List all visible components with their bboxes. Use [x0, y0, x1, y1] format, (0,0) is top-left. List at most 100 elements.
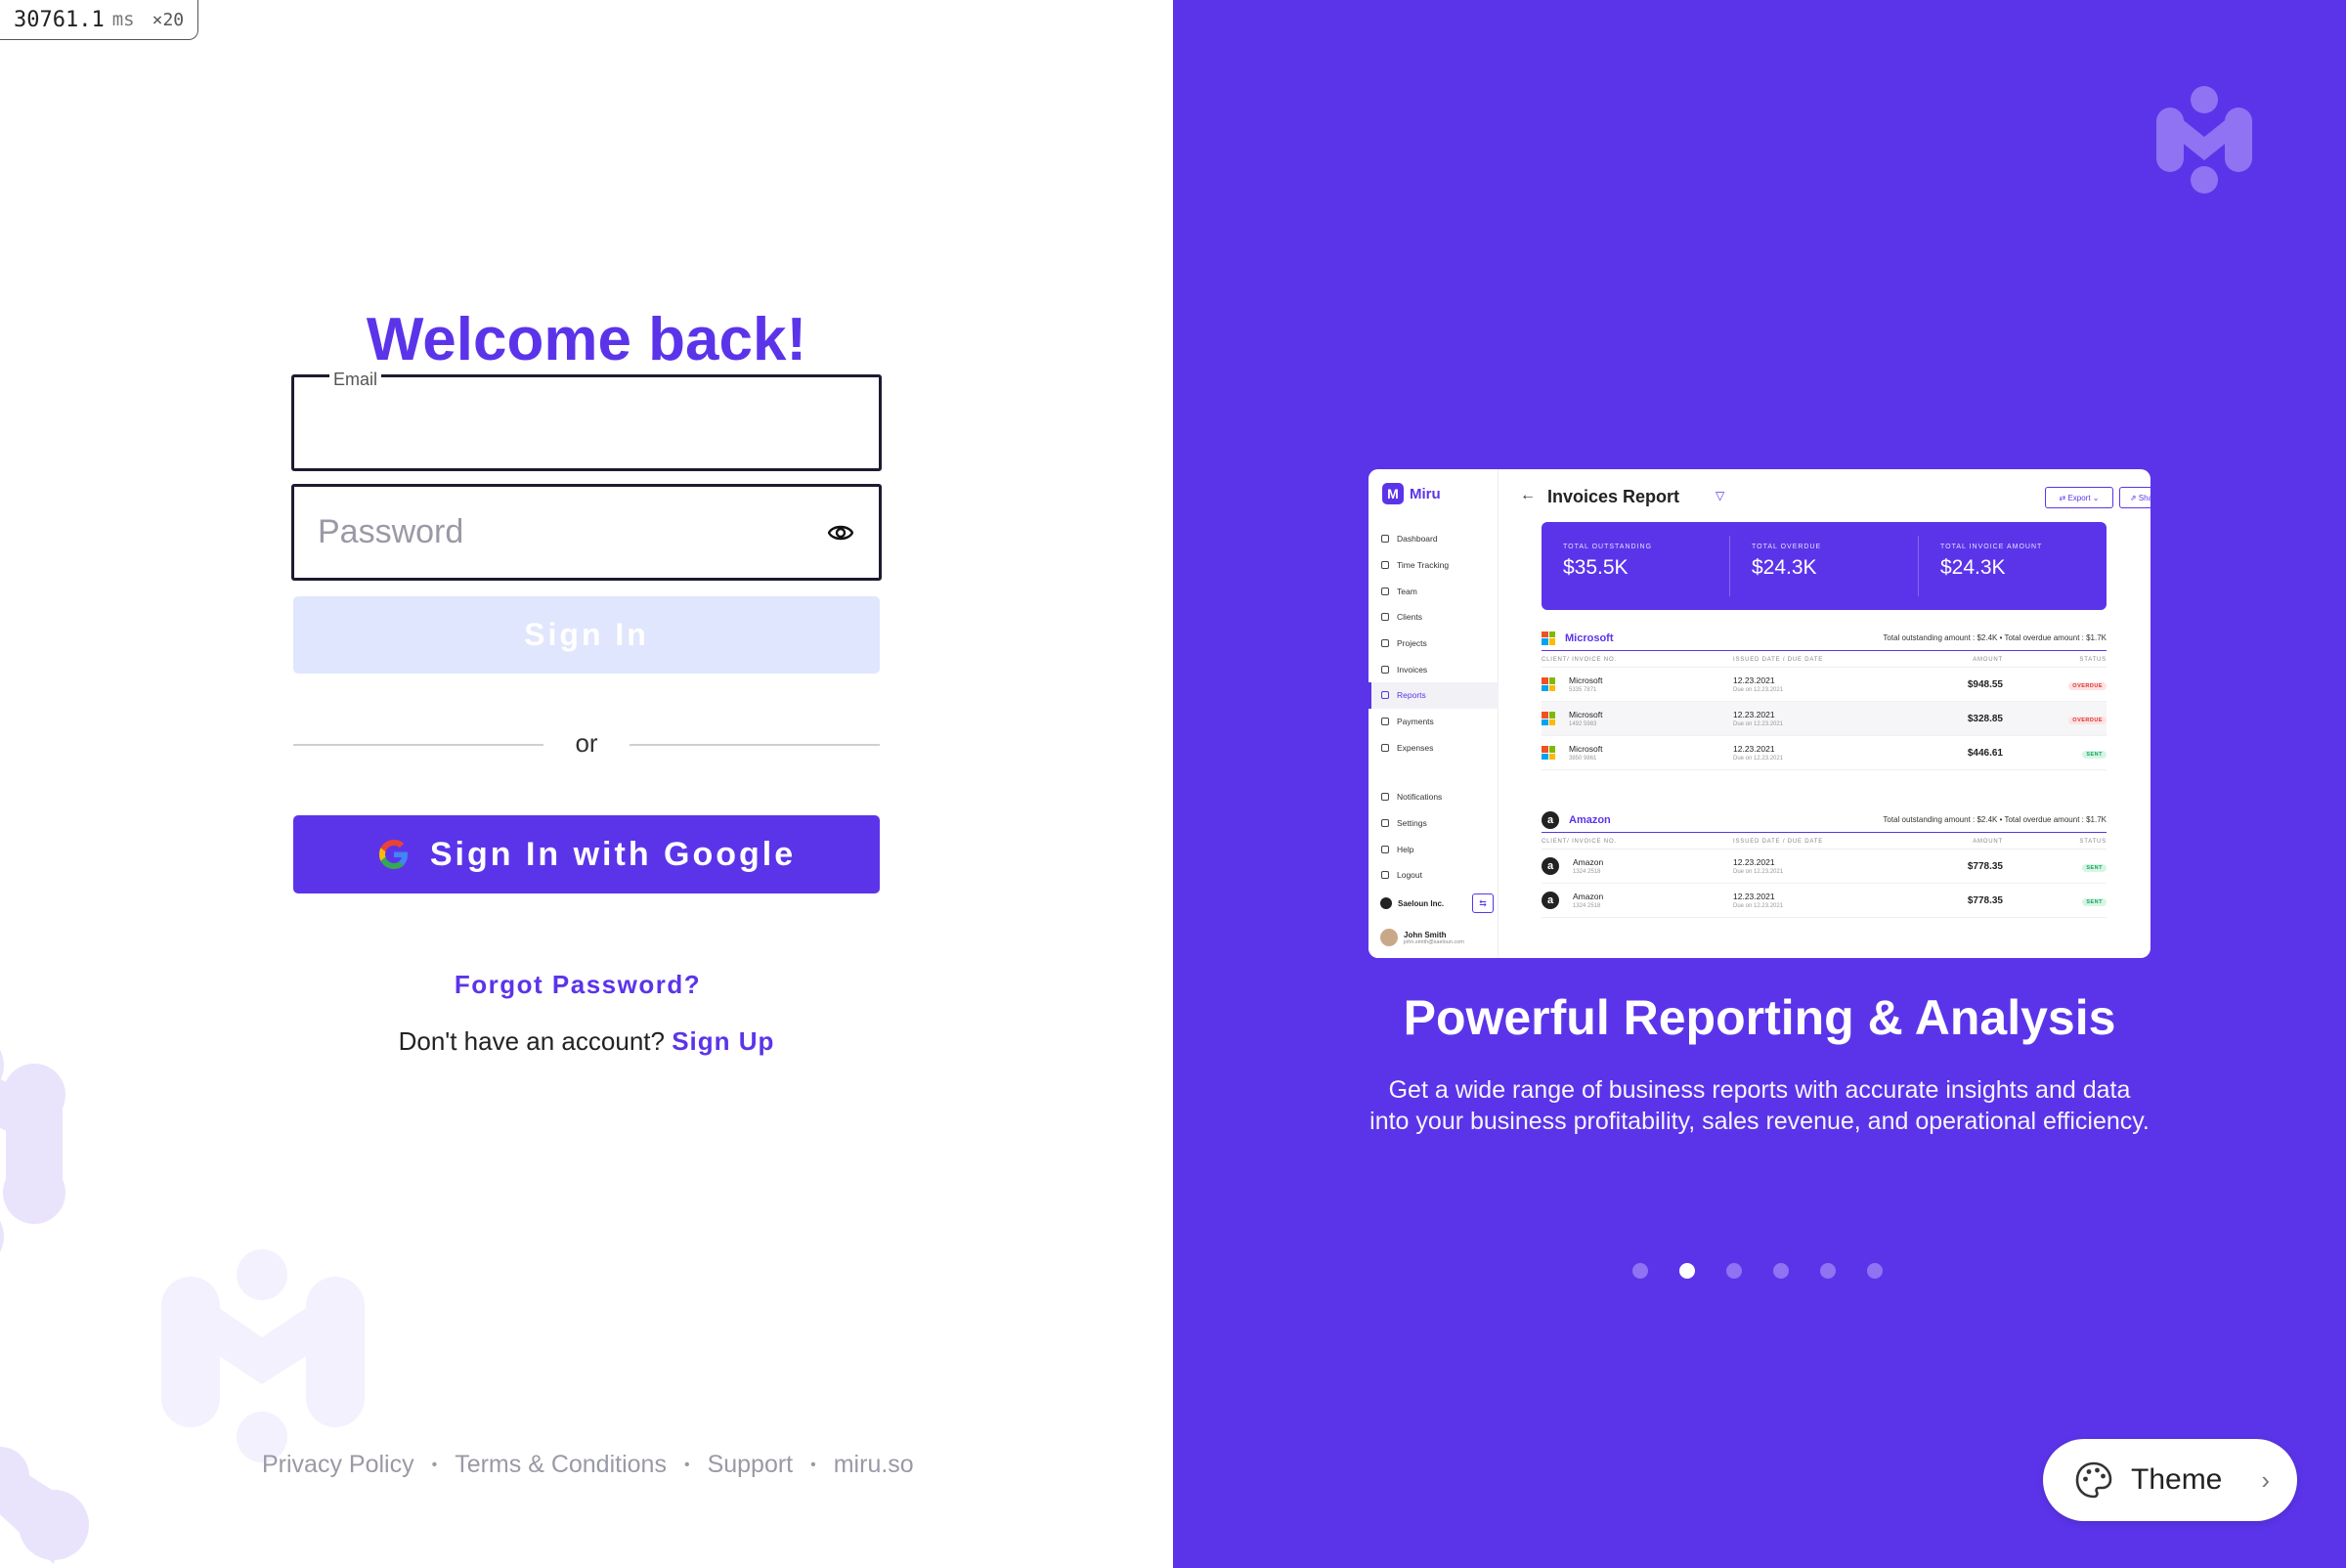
- google-button-label: Sign In with Google: [429, 835, 797, 873]
- login-panel: Welcome back! Email Sign In or Sign In w…: [0, 0, 1173, 1568]
- perf-multiplier: ×20: [152, 9, 185, 30]
- section-header: Microsoft Total outstanding amount : $2.…: [1542, 630, 2107, 651]
- preview-nav-label: Reports: [1397, 690, 1426, 701]
- carousel-dot[interactable]: [1867, 1263, 1883, 1279]
- kpi-value: $24.3K: [1940, 556, 2006, 579]
- carousel-dot[interactable]: [1632, 1263, 1648, 1279]
- preview-nav-label: Logout: [1397, 870, 1422, 881]
- or-separator: or: [575, 728, 598, 758]
- status-badge: SENT: [2082, 863, 2107, 872]
- password-input[interactable]: [318, 487, 801, 578]
- forgot-password-link[interactable]: Forgot Password?: [0, 970, 1155, 1000]
- password-field[interactable]: [291, 484, 882, 581]
- decorative-logo-left: [0, 1050, 65, 1252]
- row-amount: $778.35: [1967, 894, 2003, 906]
- carousel-dot[interactable]: [1773, 1263, 1789, 1279]
- row-invoice-no: 1492 5983: [1569, 721, 1597, 727]
- invoices-icon: [1381, 665, 1389, 674]
- preview-nav-item: Expenses: [1368, 735, 1499, 762]
- filter-icon: ▽: [1716, 489, 1725, 502]
- divider-right: [630, 744, 880, 746]
- team-icon: [1381, 587, 1389, 595]
- row-client: Amazon: [1573, 892, 1604, 901]
- preview-export-label: Export: [2067, 493, 2091, 502]
- carousel-dot-active[interactable]: [1679, 1263, 1695, 1279]
- preview-org: Saeloun Inc.: [1380, 897, 1444, 909]
- preview-share-label: Share: [2138, 493, 2150, 502]
- carousel-dot[interactable]: [1820, 1263, 1836, 1279]
- preview-user-email: john.smith@saeloun.com: [1404, 938, 1464, 945]
- row-date: 12.23.2021: [1733, 892, 1775, 901]
- feature-title: Powerful Reporting & Analysis: [1403, 990, 2116, 1045]
- table-row: Microsoft 3850 9861 12.23.2021 Due on 12.2…: [1542, 736, 2107, 770]
- section-header: a Amazon Total outstanding amount : $2.4…: [1542, 810, 2107, 833]
- miru-site-link[interactable]: miru.so: [834, 1451, 914, 1479]
- row-amount: $778.35: [1967, 860, 2003, 872]
- privacy-policy-link[interactable]: Privacy Policy: [262, 1451, 414, 1479]
- microsoft-logo-icon: [1542, 712, 1555, 725]
- preview-nav-label: Help: [1397, 844, 1414, 854]
- preview-nav-label: Notifications: [1397, 792, 1443, 803]
- row-due: Due on 12.23.2021: [1733, 869, 1784, 875]
- theme-label: Theme: [2131, 1463, 2223, 1496]
- feature-description: Get a wide range of business reports wit…: [1368, 1074, 2150, 1137]
- clock-icon: [1381, 561, 1389, 570]
- help-icon: [1381, 845, 1389, 853]
- logout-icon: [1381, 871, 1389, 880]
- no-account-text: Don't have an account?: [398, 1026, 665, 1056]
- signup-prompt: Don't have an account? Sign Up: [0, 1026, 1173, 1057]
- row-client: Microsoft: [1569, 744, 1603, 754]
- column-header: STATUS: [2079, 657, 2107, 663]
- column-header: STATUS: [2079, 839, 2107, 845]
- kpi-total-invoice-amount: TOTAL INVOICE AMOUNT $24.3K: [1919, 536, 2107, 596]
- row-date: 12.23.2021: [1733, 710, 1775, 719]
- preview-nav-item: Invoices: [1368, 656, 1499, 682]
- support-link[interactable]: Support: [708, 1451, 794, 1479]
- microsoft-logo-icon: [1542, 677, 1555, 691]
- google-icon: [378, 840, 408, 869]
- carousel-dots: [1632, 1263, 1883, 1279]
- carousel-dot[interactable]: [1726, 1263, 1742, 1279]
- row-date: 12.23.2021: [1733, 744, 1775, 754]
- section-client-name: Microsoft: [1565, 632, 1614, 644]
- kpi-label: TOTAL INVOICE AMOUNT: [1940, 544, 2043, 550]
- column-header: ISSUED DATE / DUE DATE: [1733, 657, 1824, 663]
- preview-nav-item: Team: [1368, 578, 1499, 604]
- row-client: Microsoft: [1569, 675, 1603, 685]
- back-arrow-icon: ←: [1520, 487, 1536, 503]
- microsoft-logo-icon: [1542, 631, 1555, 645]
- row-client: Amazon: [1573, 857, 1604, 867]
- microsoft-logo-icon: [1542, 746, 1555, 760]
- table-row: a Amazon 1324 2518 12.23.2021 Due on 12.23.…: [1542, 884, 2107, 918]
- expenses-icon: [1381, 743, 1389, 752]
- reports-preview-screenshot: M Miru Dashboard Time Tracking Team Clie…: [1368, 469, 2150, 958]
- terms-conditions-link[interactable]: Terms & Conditions: [455, 1451, 667, 1479]
- sign-up-link[interactable]: Sign Up: [672, 1026, 774, 1056]
- preview-nav: Dashboard Time Tracking Team Clients Pro…: [1368, 526, 1499, 761]
- preview-nav-item: Projects: [1368, 631, 1499, 657]
- show-password-eye-icon[interactable]: [828, 522, 853, 544]
- preview-org-name: Saeloun Inc.: [1398, 898, 1445, 908]
- palette-icon: [2075, 1461, 2112, 1499]
- preview-user-name: John Smith: [1404, 930, 1447, 939]
- status-badge: OVERDUE: [2068, 716, 2107, 724]
- sign-in-with-google-button[interactable]: Sign In with Google: [293, 815, 880, 893]
- sign-in-button[interactable]: Sign In: [293, 596, 880, 674]
- email-field[interactable]: Email: [291, 370, 882, 471]
- preview-nav-label: Payments: [1397, 717, 1434, 727]
- preview-nav-item: Notifications: [1368, 784, 1499, 810]
- preview-share-button: ⇗ Share: [2119, 487, 2150, 508]
- row-amount: $328.85: [1967, 713, 2003, 724]
- email-input[interactable]: [318, 377, 801, 468]
- section-totals: Total outstanding amount : $2.4K • Total…: [1883, 815, 2107, 824]
- table-header: CLIENT/ INVOICE NO. ISSUED DATE / DUE DA…: [1542, 833, 2107, 849]
- preview-title: Invoices Report: [1547, 487, 1680, 506]
- preview-nav-item: Payments: [1368, 709, 1499, 735]
- kpi-label: TOTAL OUTSTANDING: [1563, 544, 1653, 550]
- preview-nav-label: Team: [1397, 586, 1417, 596]
- org-logo-icon: [1380, 897, 1392, 909]
- column-header: ISSUED DATE / DUE DATE: [1733, 839, 1824, 845]
- theme-button[interactable]: Theme ›: [2043, 1439, 2297, 1521]
- column-header: CLIENT/ INVOICE NO.: [1542, 657, 1617, 663]
- section-client-name: Amazon: [1569, 813, 1611, 826]
